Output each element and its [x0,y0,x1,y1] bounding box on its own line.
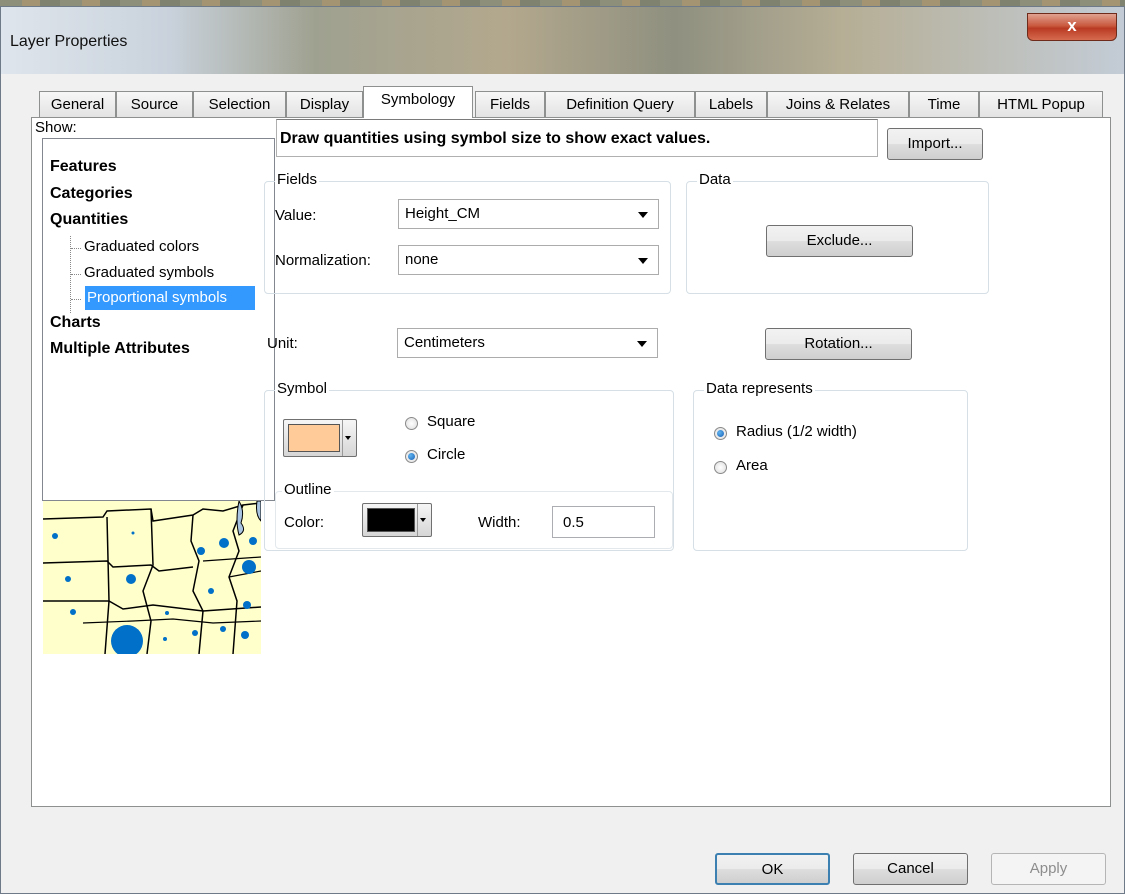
chevron-down-icon [637,341,647,347]
area-label: Area [736,457,768,474]
tree-item-graduated-symbols[interactable]: Graduated symbols [84,264,214,281]
value-label: Value: [275,207,317,224]
data-represents-group: Data represents Radius (1/2 width) Area [693,380,968,551]
layer-properties-dialog: Layer Properties x General Source Select… [0,6,1125,894]
square-label: Square [427,413,476,430]
radius-label: Radius (1/2 width) [736,423,857,440]
normalization-value: none [405,251,439,268]
dialog-body: General Source Selection Display Symbolo… [9,74,1116,885]
outline-color-swatch [367,508,415,532]
outline-color-picker[interactable] [362,503,432,537]
symbol-color-swatch [288,424,340,452]
import-label: Import... [907,135,963,152]
exclude-label: Exclude... [806,232,873,249]
circle-radio[interactable] [405,450,418,463]
value-field-value: Height_CM [405,205,481,222]
close-button[interactable]: x [1027,13,1117,41]
tab-label: HTML Popup [997,96,1085,113]
ok-label: OK [761,861,784,878]
tree-connector [71,299,81,300]
fields-group-label: Fields [275,171,320,188]
close-icon: x [1067,16,1077,35]
window-title: Layer Properties [10,33,128,50]
cancel-button[interactable]: Cancel [853,853,968,885]
symbology-description: Draw quantities using symbol size to sho… [276,119,878,157]
tab-label: Display [299,96,350,113]
tab-label: Joins & Relates [785,96,891,113]
tree-item-features[interactable]: Features [50,158,117,176]
tab-time[interactable]: Time [909,91,979,117]
chevron-down-icon [638,258,648,264]
unit-label: Unit: [267,335,298,352]
tree-item-proportional-symbols[interactable]: Proportional symbols [87,289,227,306]
normalization-select[interactable]: none [398,245,659,275]
show-label: Show: [35,119,77,136]
show-tree[interactable]: Features Categories Quantities Graduated… [42,138,275,501]
tree-item-charts[interactable]: Charts [50,314,101,332]
tab-source[interactable]: Source [116,91,193,117]
symbology-panel: Show: Features Categories Quantities Gra… [31,117,1111,807]
outline-group: Outline Color: Width: 0.5 [275,481,673,549]
tab-html-popup[interactable]: HTML Popup [979,91,1103,117]
fields-group: Fields Value: Height_CM Normalization: n… [264,171,671,294]
tree-connector [71,248,81,249]
symbol-color-picker[interactable] [283,419,357,457]
tab-label: General [50,96,105,113]
tree-item-quantities[interactable]: Quantities [50,211,128,229]
symbol-group-label: Symbol [275,380,330,397]
tab-symbology[interactable]: Symbology [363,86,473,118]
tab-labels[interactable]: Labels [695,91,767,117]
area-radio[interactable] [714,461,727,474]
tab-label: Selection [208,96,271,113]
symbology-preview-map [43,501,261,654]
value-field-select[interactable]: Height_CM [398,199,659,229]
outline-group-label: Outline [282,481,334,498]
outline-width-label: Width: [478,514,521,531]
chevron-down-icon [342,420,354,456]
normalization-label: Normalization: [275,252,371,269]
tab-label: Labels [708,96,754,113]
circle-label: Circle [427,446,466,463]
tab-joins-relates[interactable]: Joins & Relates [767,91,909,117]
data-group-label: Data [697,171,733,188]
apply-label: Apply [1029,860,1068,877]
tree-item-graduated-colors[interactable]: Graduated colors [84,238,199,255]
cancel-label: Cancel [887,860,934,877]
import-button[interactable]: Import... [887,128,983,160]
square-radio[interactable] [405,417,418,430]
tree-item-categories[interactable]: Categories [50,185,133,203]
radius-radio[interactable] [714,427,727,440]
unit-select[interactable]: Centimeters [397,328,658,358]
tab-label: Symbology [380,91,456,108]
tab-label: Time [927,96,961,113]
tab-general[interactable]: General [39,91,116,117]
outline-width-input[interactable]: 0.5 [552,506,655,538]
unit-value: Centimeters [404,334,485,351]
apply-button[interactable]: Apply [991,853,1106,885]
ok-button[interactable]: OK [715,853,830,885]
outline-color-label: Color: [284,514,325,531]
tab-selection[interactable]: Selection [193,91,286,117]
data-group: Data Exclude... [686,171,989,294]
tab-definition-query[interactable]: Definition Query [545,91,695,117]
chevron-down-icon [638,212,648,218]
tree-item-multiple-attributes[interactable]: Multiple Attributes [50,340,190,358]
tab-fields[interactable]: Fields [475,91,545,117]
tab-label: Source [130,96,179,113]
symbol-group: Symbol Square Circle Outline Color: Widt… [264,380,674,551]
tree-connector [71,274,81,275]
tab-display[interactable]: Display [286,91,363,117]
data-represents-label: Data represents [704,380,815,397]
rotation-button[interactable]: Rotation... [765,328,912,360]
chevron-down-icon [417,504,429,536]
exclude-button[interactable]: Exclude... [766,225,913,257]
tab-label: Fields [489,96,530,113]
tab-label: Definition Query [566,96,674,113]
title-bar[interactable]: Layer Properties x [1,7,1124,74]
rotation-label: Rotation... [804,335,873,352]
